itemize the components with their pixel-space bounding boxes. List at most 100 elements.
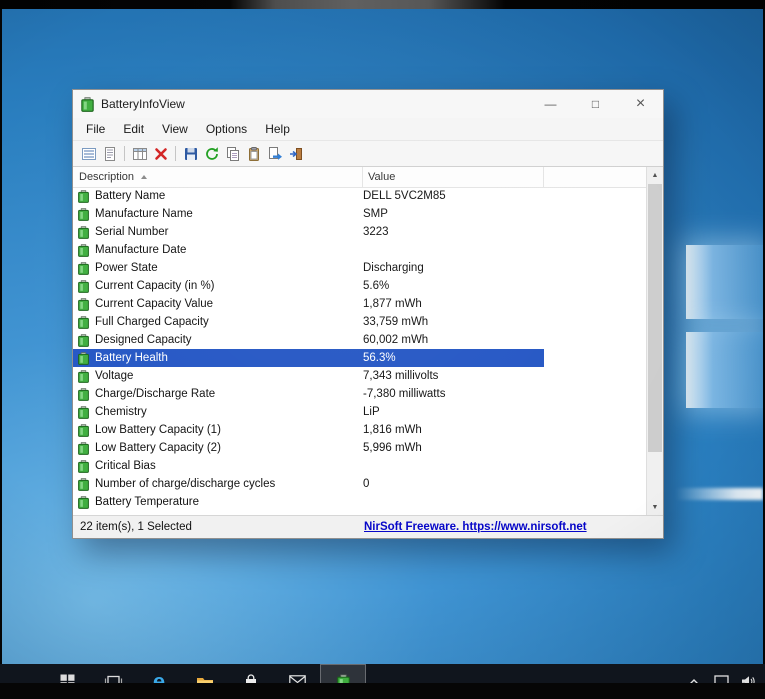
cell-value: 1,816 mWh: [363, 424, 422, 436]
clipboard-icon: [248, 146, 259, 161]
table-row[interactable]: Low Battery Capacity (1) 1,816 mWh: [73, 421, 544, 439]
cell-description: Voltage: [95, 370, 134, 382]
close-button[interactable]: ×: [618, 90, 663, 118]
menu-help[interactable]: Help: [256, 120, 299, 139]
battery-icon: [78, 243, 89, 257]
battery-info-button[interactable]: [78, 143, 99, 164]
column-header-value[interactable]: Value: [363, 167, 544, 187]
cell-description: Low Battery Capacity (1): [95, 424, 221, 436]
monitor-photo: BatteryInfoView — □ × File Edit View Opt…: [0, 0, 765, 699]
table-row[interactable]: Battery Name DELL 5VC2M85: [73, 187, 544, 205]
wallpaper-light-streak: [675, 488, 763, 500]
delete-button[interactable]: [150, 143, 171, 164]
save-button[interactable]: [180, 143, 201, 164]
table-row[interactable]: Voltage 7,343 millivolts: [73, 367, 544, 385]
scrollbar-thumb[interactable]: [648, 184, 662, 452]
table-row[interactable]: Chemistry LiP: [73, 403, 544, 421]
scroll-up-icon[interactable]: ▲: [647, 167, 663, 183]
description-column-label: Description: [79, 171, 135, 183]
menu-file[interactable]: File: [77, 120, 114, 139]
cell-value: 3223: [363, 226, 389, 238]
list-rows: Battery Name DELL 5VC2M85 Manufacture Na…: [73, 187, 646, 515]
battery-info-icon: [81, 147, 96, 160]
table-row[interactable]: Full Charged Capacity 33,759 mWh: [73, 313, 544, 331]
table-row[interactable]: Power State Discharging: [73, 259, 544, 277]
clipboard-button[interactable]: [243, 143, 264, 164]
cell-value: Discharging: [363, 262, 424, 274]
export-icon: [268, 146, 282, 160]
menu-options[interactable]: Options: [197, 120, 256, 139]
battery-icon: [78, 189, 89, 203]
battery-icon: [78, 261, 89, 275]
minimize-button[interactable]: —: [528, 90, 573, 118]
table-row[interactable]: Manufacture Date: [73, 241, 544, 259]
refresh-button[interactable]: [201, 143, 222, 164]
column-header-description[interactable]: Description: [73, 167, 363, 187]
status-bar: 22 item(s), 1 Selected NirSoft Freeware.…: [73, 515, 663, 538]
vertical-scrollbar[interactable]: ▲ ▼: [646, 167, 663, 515]
battery-icon: [78, 315, 89, 329]
battery-icon: [78, 387, 89, 401]
exit-icon: [289, 147, 302, 160]
table-row[interactable]: Serial Number 3223: [73, 223, 544, 241]
table-row[interactable]: Battery Health 56.3%: [73, 349, 544, 367]
battery-icon: [78, 459, 89, 473]
battery-icon: [78, 477, 89, 491]
battery-icon: [78, 225, 89, 239]
cell-description: Number of charge/discharge cycles: [95, 478, 276, 490]
toolbar: [73, 140, 663, 167]
table-row[interactable]: Designed Capacity 60,002 mWh: [73, 331, 544, 349]
cell-value: 1,877 mWh: [363, 298, 422, 310]
battery-properties-list: Description Value Battery Name DELL 5VC2…: [73, 167, 663, 515]
cell-description: Chemistry: [95, 406, 147, 418]
cell-value: DELL 5VC2M85: [363, 190, 446, 202]
battery-icon: [78, 279, 89, 293]
menu-edit[interactable]: Edit: [114, 120, 153, 139]
nirsoft-link[interactable]: NirSoft Freeware. https://www.nirsoft.ne…: [364, 521, 587, 533]
cell-description: Power State: [95, 262, 158, 274]
export-button[interactable]: [264, 143, 285, 164]
cell-value: 60,002 mWh: [363, 334, 429, 346]
toolbar-separator: [124, 146, 125, 161]
battery-icon: [78, 495, 89, 509]
cell-description: Full Charged Capacity: [95, 316, 209, 328]
table-row[interactable]: Low Battery Capacity (2) 5,996 mWh: [73, 439, 544, 457]
battery-icon: [78, 405, 89, 419]
cell-description: Designed Capacity: [95, 334, 192, 346]
table-row[interactable]: Charge/Discharge Rate -7,380 milliwatts: [73, 385, 544, 403]
cell-description: Manufacture Date: [95, 244, 187, 256]
choose-columns-button[interactable]: [129, 143, 150, 164]
table-row[interactable]: Critical Bias: [73, 457, 544, 475]
menu-bar: File Edit View Options Help: [73, 118, 663, 140]
table-row[interactable]: Current Capacity (in %) 5.6%: [73, 277, 544, 295]
menu-view[interactable]: View: [153, 120, 197, 139]
table-row[interactable]: Manufacture Name SMP: [73, 205, 544, 223]
table-row[interactable]: Current Capacity Value 1,877 mWh: [73, 295, 544, 313]
battery-icon: [78, 207, 89, 221]
exit-button[interactable]: [285, 143, 306, 164]
refresh-icon: [205, 146, 218, 160]
wallpaper-window-pane: [686, 245, 763, 319]
window-controls: — □ ×: [528, 90, 663, 118]
titlebar[interactable]: BatteryInfoView — □ ×: [73, 90, 663, 118]
delete-icon: [154, 147, 167, 160]
table-row[interactable]: Number of charge/discharge cycles 0: [73, 475, 544, 493]
report-button[interactable]: [99, 143, 120, 164]
cell-description: Battery Health: [95, 352, 168, 364]
list-header: Description Value: [73, 167, 646, 188]
cell-description: Battery Name: [95, 190, 166, 202]
cell-value: 0: [363, 478, 370, 490]
table-row[interactable]: Battery Temperature: [73, 493, 544, 511]
cell-description: Low Battery Capacity (2): [95, 442, 221, 454]
copy-button[interactable]: [222, 143, 243, 164]
battery-icon: [78, 423, 89, 437]
cell-value: 5.6%: [363, 280, 390, 292]
cell-value: 7,343 millivolts: [363, 370, 439, 382]
maximize-button[interactable]: □: [573, 90, 618, 118]
choose-columns-icon: [132, 147, 147, 160]
scroll-down-icon[interactable]: ▼: [647, 499, 663, 515]
cell-description: Current Capacity Value: [95, 298, 214, 310]
cell-description: Critical Bias: [95, 460, 156, 472]
battery-icon: [78, 369, 89, 383]
cell-value: 33,759 mWh: [363, 316, 429, 328]
